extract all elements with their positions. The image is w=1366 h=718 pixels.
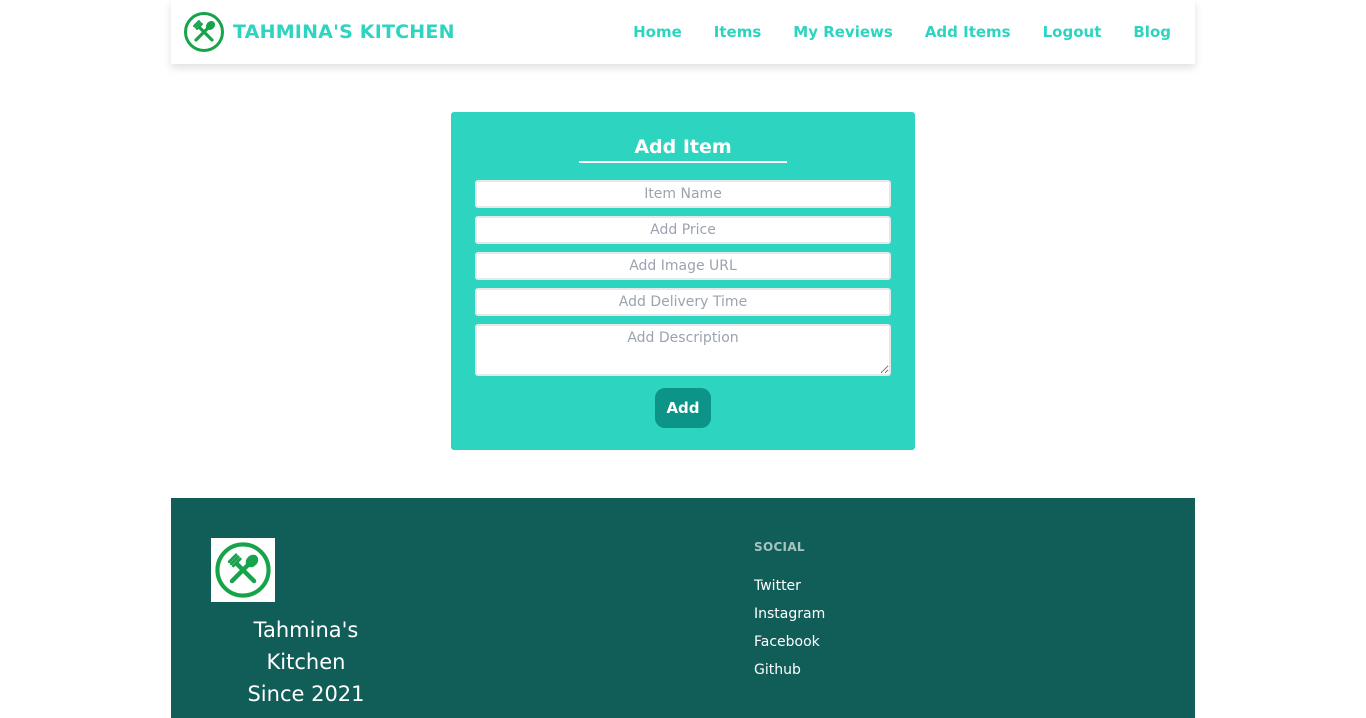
image-url-input[interactable]	[475, 252, 891, 280]
fork-spoon-logo-icon	[215, 542, 271, 598]
footer-logo	[211, 538, 275, 602]
add-item-form: Add Item Add	[451, 112, 915, 450]
brand-name: TAHMINA'S KITCHEN	[233, 21, 455, 43]
top-navbar: TAHMINA'S KITCHEN Home Items My Reviews …	[171, 0, 1195, 64]
add-item-button[interactable]: Add	[655, 388, 711, 428]
footer-brand-name: Tahmina's Kitchen	[253, 618, 359, 674]
nav-link-add-items[interactable]: Add Items	[909, 23, 1027, 41]
site-footer: Tahmina's Kitchen Since 2021 SOCIAL Twit…	[171, 498, 1195, 718]
footer-social-section: SOCIAL Twitter Instagram Facebook Github	[754, 540, 825, 684]
nav-link-home[interactable]: Home	[617, 23, 698, 41]
nav-menu: Home Items My Reviews Add Items Logout B…	[617, 23, 1183, 41]
form-title: Add Item	[634, 136, 732, 158]
nav-link-my-reviews[interactable]: My Reviews	[777, 23, 909, 41]
social-link-twitter[interactable]: Twitter	[754, 572, 825, 600]
description-textarea[interactable]	[475, 324, 891, 376]
footer-brand-text: Tahmina's Kitchen Since 2021	[211, 614, 401, 710]
fork-spoon-logo-icon	[184, 12, 224, 52]
footer-since-text: Since 2021	[247, 682, 365, 706]
social-link-github[interactable]: Github	[754, 656, 825, 684]
nav-link-blog[interactable]: Blog	[1117, 23, 1183, 41]
social-link-facebook[interactable]: Facebook	[754, 628, 825, 656]
brand-home-link[interactable]: TAHMINA'S KITCHEN	[183, 11, 455, 53]
nav-link-logout[interactable]: Logout	[1027, 23, 1118, 41]
title-underline-divider	[579, 161, 787, 163]
price-input[interactable]	[475, 216, 891, 244]
item-name-input[interactable]	[475, 180, 891, 208]
social-heading: SOCIAL	[754, 540, 805, 554]
delivery-time-input[interactable]	[475, 288, 891, 316]
social-link-instagram[interactable]: Instagram	[754, 600, 825, 628]
nav-link-items[interactable]: Items	[698, 23, 777, 41]
